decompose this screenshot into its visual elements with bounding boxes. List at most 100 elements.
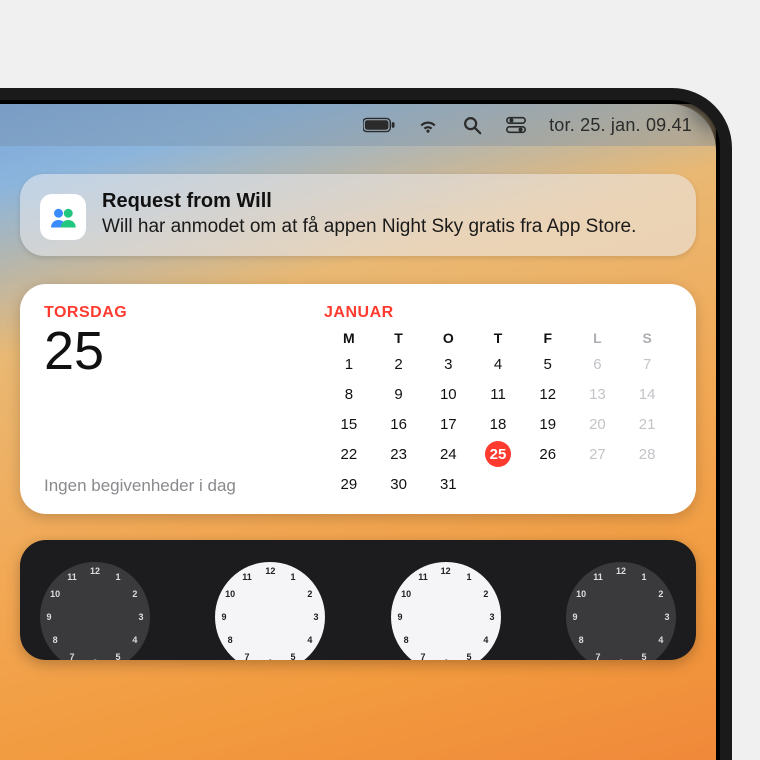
calendar-day-cell[interactable]: 3 xyxy=(423,352,473,376)
calendar-weekday-header: S xyxy=(622,330,672,346)
clock-numeral: 7 xyxy=(589,649,606,660)
clock-numeral: 10 xyxy=(223,585,239,602)
clock-numeral: 6 xyxy=(614,658,628,660)
clock-face: 12 12 3 45 6 78 9 1011 xyxy=(40,562,150,660)
calendar-day-cell[interactable]: 13 xyxy=(573,382,623,406)
calendar-day-cell[interactable]: 22 xyxy=(324,442,374,466)
clock-numeral: 2 xyxy=(127,585,143,602)
clock-numeral: 7 xyxy=(63,649,80,660)
calendar-day-cell[interactable]: 7 xyxy=(622,352,672,376)
clock-numeral: 5 xyxy=(285,649,302,660)
clock-numeral: 8 xyxy=(47,631,63,648)
family-sharing-icon xyxy=(40,194,86,240)
calendar-weekday-header: F xyxy=(523,330,573,346)
calendar-day-cell[interactable]: 9 xyxy=(374,382,424,406)
clock-face: 121234567891011 xyxy=(215,562,325,660)
control-center-icon[interactable] xyxy=(505,114,527,136)
calendar-day-cell[interactable]: 30 xyxy=(374,472,424,496)
desktop-wallpaper: tor. 25. jan. 09.41 Request from Will Wi… xyxy=(0,104,716,760)
notification-title: Request from Will xyxy=(102,190,636,213)
calendar-day-cell[interactable]: 1 xyxy=(324,352,374,376)
clock-numeral: 7 xyxy=(239,649,256,660)
calendar-day-cell[interactable]: 6 xyxy=(573,352,623,376)
clock-numeral: 12 xyxy=(263,566,277,576)
clock-face: 121234567891011 xyxy=(391,562,501,660)
calendar-day-cell[interactable]: 20 xyxy=(573,412,623,436)
clock-numeral: 11 xyxy=(63,569,80,585)
clock-numeral: 9 xyxy=(44,610,54,624)
battery-icon[interactable] xyxy=(363,117,395,133)
clock-numeral: 8 xyxy=(223,631,239,648)
wifi-icon[interactable] xyxy=(417,114,439,136)
clock-numeral: 7 xyxy=(414,649,431,660)
clock-numeral: 2 xyxy=(478,585,494,602)
calendar-day-cell[interactable]: 10 xyxy=(423,382,473,406)
clock-numeral: 1 xyxy=(635,569,652,585)
calendar-day-cell[interactable]: 14 xyxy=(622,382,672,406)
clock-numeral: 2 xyxy=(653,585,669,602)
calendar-today-panel: TORSDAG 25 Ingen begivenheder i dag xyxy=(44,304,314,496)
calendar-day-cell xyxy=(473,472,523,496)
clock-numeral: 11 xyxy=(239,569,256,585)
clock-numeral: 3 xyxy=(136,610,146,624)
clock-numeral: 10 xyxy=(47,585,63,602)
calendar-day-cell[interactable]: 12 xyxy=(523,382,573,406)
calendar-weekday-header: T xyxy=(374,330,424,346)
calendar-day-cell[interactable]: 4 xyxy=(473,352,523,376)
clock-numeral: 6 xyxy=(439,658,453,660)
clock-numeral: 9 xyxy=(570,610,580,624)
device-bezel: tor. 25. jan. 09.41 Request from Will Wi… xyxy=(0,88,732,760)
clock-numeral: 1 xyxy=(109,569,126,585)
calendar-month-panel: JANUAR MTOTFLS12345678910111213141516171… xyxy=(324,304,672,496)
clock-numeral: 2 xyxy=(302,585,318,602)
calendar-day-cell[interactable]: 27 xyxy=(573,442,623,466)
calendar-day-cell[interactable]: 17 xyxy=(423,412,473,436)
clock-numeral: 8 xyxy=(398,631,414,648)
clock-numeral: 3 xyxy=(311,610,321,624)
clock-numeral: 12 xyxy=(88,566,102,576)
menubar: tor. 25. jan. 09.41 xyxy=(0,104,716,146)
calendar-day-cell[interactable]: 15 xyxy=(324,412,374,436)
clock-numeral: 4 xyxy=(478,631,494,648)
calendar-day-cell[interactable]: 28 xyxy=(622,442,672,466)
clock-numeral: 10 xyxy=(398,585,414,602)
calendar-day-cell[interactable]: 26 xyxy=(523,442,573,466)
clock-numeral: 4 xyxy=(302,631,318,648)
clock-numeral: 1 xyxy=(285,569,302,585)
calendar-day-cell[interactable]: 11 xyxy=(473,382,523,406)
clock-numeral: 4 xyxy=(127,631,143,648)
calendar-day-number: 25 xyxy=(44,324,314,378)
calendar-day-cell[interactable]: 18 xyxy=(473,412,523,436)
calendar-day-cell[interactable]: 16 xyxy=(374,412,424,436)
calendar-day-cell xyxy=(573,472,623,496)
calendar-day-cell[interactable]: 23 xyxy=(374,442,424,466)
notification-body: Will har anmodet om at få appen Night Sk… xyxy=(102,215,636,239)
calendar-widget[interactable]: TORSDAG 25 Ingen begivenheder i dag JANU… xyxy=(20,284,696,514)
calendar-no-events-label: Ingen begivenheder i dag xyxy=(44,412,314,496)
clock-numeral: 10 xyxy=(573,585,589,602)
search-icon[interactable] xyxy=(461,114,483,136)
calendar-day-cell[interactable]: 25 xyxy=(473,442,523,466)
calendar-day-cell[interactable]: 2 xyxy=(374,352,424,376)
calendar-day-cell[interactable]: 24 xyxy=(423,442,473,466)
clock-numeral: 3 xyxy=(662,610,672,624)
calendar-day-cell[interactable]: 29 xyxy=(324,472,374,496)
clock-numeral: 12 xyxy=(439,566,453,576)
calendar-day-cell[interactable]: 19 xyxy=(523,412,573,436)
calendar-month-label: JANUAR xyxy=(324,304,672,322)
calendar-day-cell[interactable]: 8 xyxy=(324,382,374,406)
notification-banner[interactable]: Request from Will Will har anmodet om at… xyxy=(20,174,696,256)
calendar-day-cell[interactable]: 31 xyxy=(423,472,473,496)
menubar-datetime[interactable]: tor. 25. jan. 09.41 xyxy=(549,115,692,136)
calendar-day-name: TORSDAG xyxy=(44,304,314,322)
calendar-day-cell[interactable]: 21 xyxy=(622,412,672,436)
clock-numeral: 3 xyxy=(487,610,497,624)
clock-numeral: 5 xyxy=(460,649,477,660)
clock-numeral: 6 xyxy=(88,658,102,660)
clock-numeral: 5 xyxy=(109,649,126,660)
clock-numeral: 1 xyxy=(460,569,477,585)
world-clock-widget[interactable]: 121234567891011 121234567891011 12123456… xyxy=(20,540,696,660)
clock-numeral: 8 xyxy=(573,631,589,648)
calendar-day-cell[interactable]: 5 xyxy=(523,352,573,376)
clock-numeral: 5 xyxy=(635,649,652,660)
